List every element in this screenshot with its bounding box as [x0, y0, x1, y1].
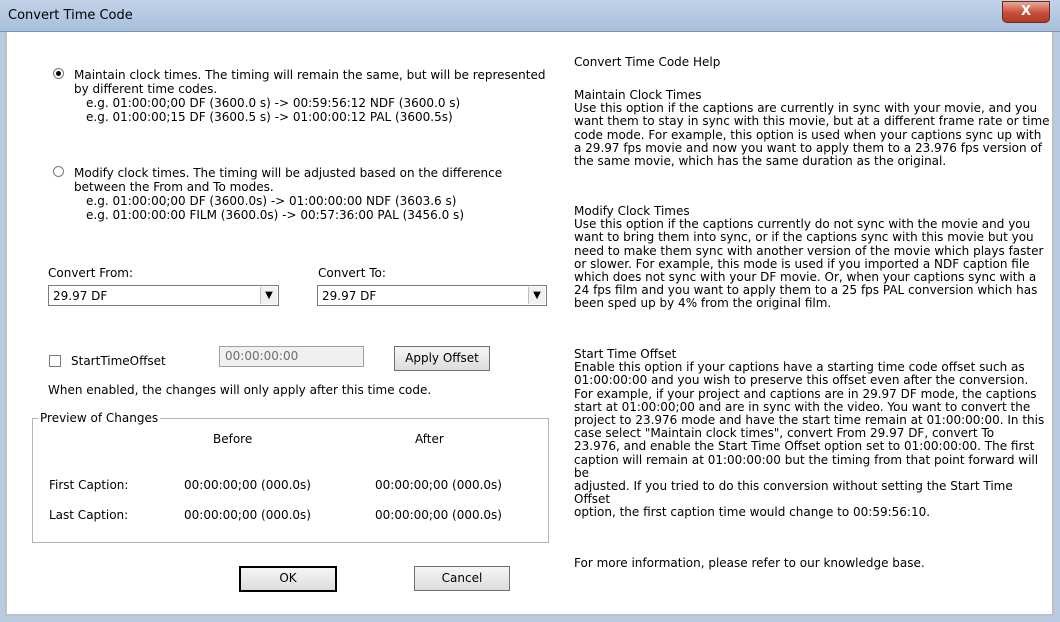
help-offset-section: Start Time Offset Enable this option if …	[574, 347, 1050, 520]
help-maintain-line: the same movie, which has the same durat…	[574, 154, 947, 169]
convert-to-dropdown[interactable]: 29.97 DF ▼	[317, 285, 547, 306]
preview-before-header: Before	[213, 432, 253, 446]
close-button[interactable]: X	[1002, 1, 1050, 23]
help-offset-line: 01:00:00:00 and you wish to preserve thi…	[574, 373, 1029, 388]
convert-from-dropdown[interactable]: 29.97 DF ▼	[48, 285, 279, 306]
help-maintain-line: code mode. For example, this option is u…	[574, 127, 1042, 142]
dropdown-arrow-icon[interactable]: ▼	[260, 287, 277, 304]
window-frame-bottom	[0, 616, 1060, 622]
window-frame-right	[1054, 32, 1060, 622]
help-offset-line: adjusted. If you tried to do this conver…	[574, 479, 1013, 507]
convert-to-label: Convert To:	[318, 266, 386, 280]
first-caption-before: 00:00:00;00 (000.0s)	[184, 478, 311, 492]
offset-note: When enabled, the changes will only appl…	[48, 383, 432, 397]
last-caption-after: 00:00:00;00 (000.0s)	[375, 508, 502, 522]
help-more-info: For more information, please refer to ou…	[574, 556, 925, 570]
maintain-label-line1[interactable]: Maintain clock times. The timing will re…	[74, 68, 545, 82]
convert-from-value: 29.97 DF	[53, 289, 108, 303]
first-caption-label: First Caption:	[49, 478, 129, 492]
modify-clock-times-radio[interactable]	[53, 166, 64, 177]
modify-label-line2: between the From and To modes.	[74, 180, 274, 194]
first-caption-after: 00:00:00;00 (000.0s)	[375, 478, 502, 492]
maintain-example-1: e.g. 01:00:00;00 DF (3600.0 s) -> 00:59:…	[86, 96, 461, 110]
start-time-offset-input[interactable]: 00:00:00:00	[219, 346, 364, 367]
start-time-offset-checkbox[interactable]	[49, 355, 61, 367]
help-title: Convert Time Code Help	[574, 55, 721, 69]
close-icon: X	[1020, 4, 1032, 19]
help-modify-line: need to make them sync with another vers…	[574, 243, 1044, 258]
last-caption-label: Last Caption:	[49, 508, 129, 522]
start-time-offset-label[interactable]: StartTimeOffset	[71, 354, 166, 368]
help-offset-line: For example, if your project and caption…	[574, 386, 1037, 401]
help-maintain-section: Maintain Clock Times Use this option if …	[574, 88, 1050, 169]
help-modify-section: Modify Clock Times Use this option if th…	[574, 204, 1050, 311]
maintain-clock-times-radio[interactable]	[53, 68, 64, 79]
convert-from-label: Convert From:	[48, 266, 134, 280]
ok-button[interactable]: OK	[239, 566, 337, 592]
maintain-example-2: e.g. 01:00:00;15 DF (3600.5 s) -> 01:00:…	[86, 110, 453, 124]
maintain-label-line2: by different time codes.	[74, 82, 218, 96]
modify-example-1: e.g. 01:00:00;00 DF (3600.0s) -> 01:00:0…	[86, 194, 457, 208]
preview-after-header: After	[415, 432, 444, 446]
apply-offset-button[interactable]: Apply Offset	[394, 346, 490, 371]
modify-example-2: e.g. 01:00:00:00 FILM (3600.0s) -> 00:57…	[86, 208, 464, 222]
preview-group-title: Preview of Changes	[38, 411, 161, 425]
help-modify-line: been sped up by 4% from the original fil…	[574, 296, 832, 311]
help-modify-line: want to bring them into sync, or if the …	[574, 230, 1034, 245]
modify-label-line1[interactable]: Modify clock times. The timing will be a…	[74, 166, 502, 180]
window-title: Convert Time Code	[8, 8, 133, 23]
help-maintain-line: want them to stay in sync with this movi…	[574, 114, 1050, 129]
convert-to-value: 29.97 DF	[322, 289, 377, 303]
last-caption-before: 00:00:00;00 (000.0s)	[184, 508, 311, 522]
dropdown-arrow-icon[interactable]: ▼	[528, 287, 545, 304]
help-offset-line: 23.976, and enable the Start Time Offset…	[574, 439, 1035, 454]
cancel-button[interactable]: Cancel	[414, 566, 510, 591]
title-bar: Convert Time Code X	[0, 0, 1060, 32]
help-offset-line: option, the first caption time would cha…	[574, 505, 931, 520]
help-offset-line: caption will remain at 01:00:00:00 but t…	[574, 452, 1039, 480]
